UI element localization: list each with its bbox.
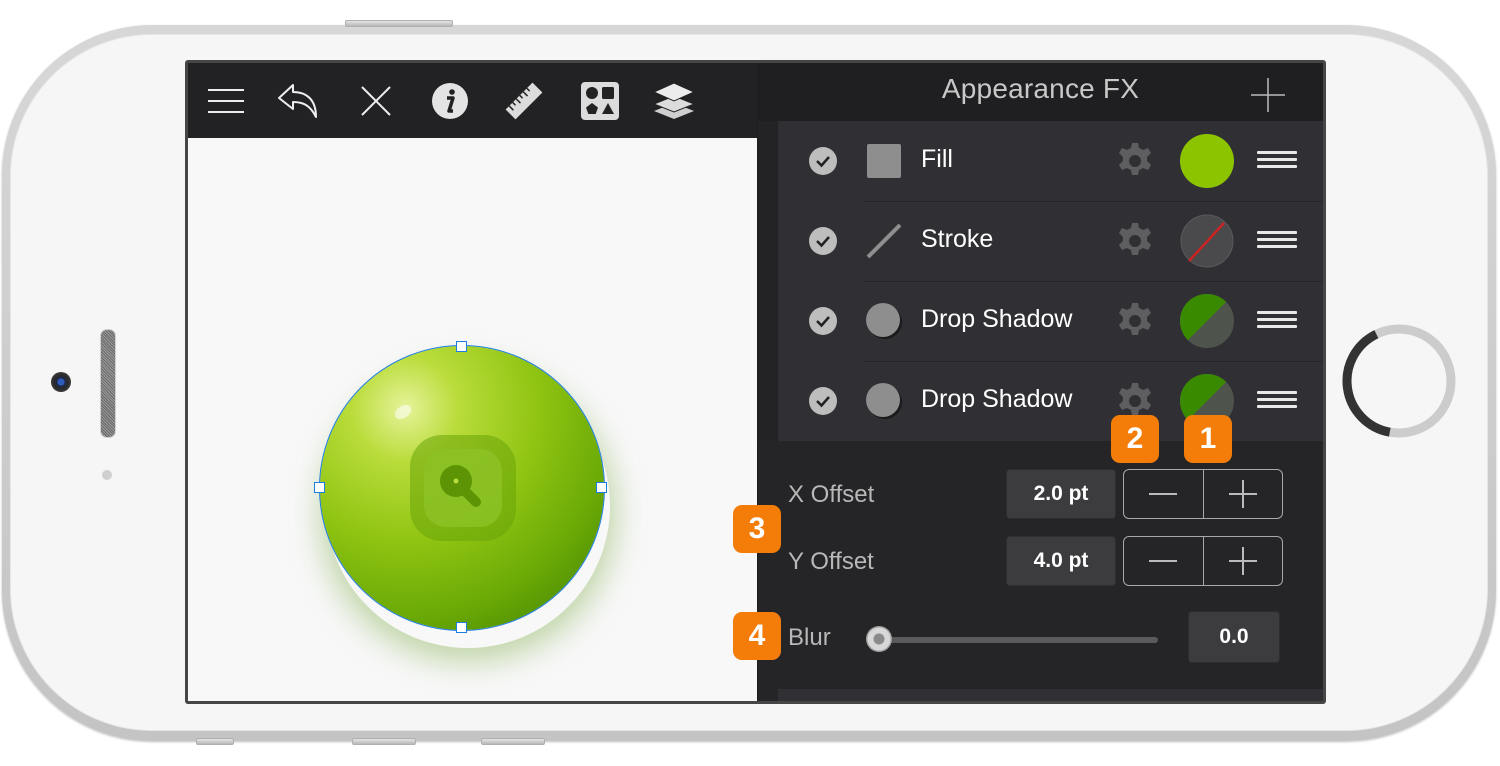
x-offset-increment-button[interactable] <box>1202 470 1283 518</box>
blur-field[interactable]: 0.0 <box>1188 611 1280 663</box>
x-offset-stepper <box>1123 469 1283 519</box>
shadow-color-swatch[interactable] <box>1179 293 1235 349</box>
callout-badge-2: 2 <box>1111 415 1159 463</box>
fill-color-swatch[interactable] <box>1179 133 1235 189</box>
add-effect-button[interactable] <box>1248 75 1288 115</box>
x-offset-decrement-button[interactable] <box>1124 470 1203 518</box>
y-offset-label: Y Offset <box>788 548 874 575</box>
shadow-circle-icon <box>866 303 902 339</box>
close-button[interactable] <box>354 79 398 123</box>
undo-button[interactable] <box>276 79 320 123</box>
stroke-line-icon <box>866 223 902 259</box>
volume-button <box>345 20 453 27</box>
drawing-canvas[interactable] <box>188 138 757 701</box>
gear-icon[interactable] <box>1115 141 1155 181</box>
fill-square-icon <box>867 144 901 178</box>
volume-up-button <box>352 738 416 745</box>
plus-icon <box>1228 547 1257 575</box>
selection-handle-right[interactable] <box>596 482 607 493</box>
info-button[interactable] <box>428 79 472 123</box>
plus-icon <box>1251 78 1285 112</box>
row-divider <box>864 361 1323 362</box>
gear-icon[interactable] <box>1115 301 1155 341</box>
x-offset-field[interactable]: 2.0 pt <box>1006 469 1116 519</box>
reorder-handle-icon[interactable] <box>1257 391 1297 411</box>
home-button[interactable] <box>1340 322 1458 440</box>
reorder-handle-icon[interactable] <box>1257 311 1297 331</box>
effect-row-stroke[interactable]: Stroke <box>778 201 1323 281</box>
editor-pane <box>188 63 757 701</box>
panel-title: Appearance FX <box>941 73 1140 104</box>
close-icon <box>361 86 391 116</box>
checkmark-icon[interactable] <box>808 146 838 176</box>
y-offset-stepper <box>1123 536 1283 586</box>
row-divider <box>864 281 1323 282</box>
shadow-circle-icon <box>866 383 902 419</box>
y-offset-decrement-button[interactable] <box>1124 537 1203 585</box>
effect-row-drop-shadow-1[interactable]: Drop Shadow <box>778 281 1323 361</box>
checkmark-icon[interactable] <box>808 386 838 416</box>
shapes-button[interactable] <box>578 79 622 123</box>
callout-badge-3: 3 <box>733 505 781 553</box>
appearance-panel: Appearance FX Fill Stroke Drop Shadow Dr… <box>758 63 1323 701</box>
swatch-fill <box>1180 134 1234 188</box>
effect-label: Stroke <box>921 225 994 253</box>
mute-switch <box>196 738 234 745</box>
menu-icon <box>208 89 244 113</box>
selected-object[interactable] <box>314 341 607 633</box>
checkmark-icon[interactable] <box>808 226 838 256</box>
effect-row-drop-shadow-2[interactable]: Drop Shadow <box>778 361 1323 441</box>
panel-footer <box>778 689 1323 701</box>
gear-icon[interactable] <box>1115 221 1155 261</box>
toolbar <box>188 63 757 138</box>
effect-row-fill[interactable]: Fill <box>778 121 1323 201</box>
layers-button[interactable] <box>652 79 696 123</box>
panel-header: Appearance FX <box>758 63 1323 121</box>
effect-label: Drop Shadow <box>921 385 1073 413</box>
reorder-handle-icon[interactable] <box>1257 151 1297 171</box>
selection-handle-bottom[interactable] <box>456 622 467 633</box>
x-offset-label: X Offset <box>788 481 875 508</box>
blur-label: Blur <box>788 624 831 651</box>
effect-label: Drop Shadow <box>921 305 1073 333</box>
ruler-icon <box>505 82 543 120</box>
ruler-button[interactable] <box>502 79 546 123</box>
selection-handle-left[interactable] <box>314 482 325 493</box>
minus-icon <box>1149 493 1178 495</box>
callout-badge-4: 4 <box>733 612 781 660</box>
blur-slider-knob[interactable] <box>866 626 892 652</box>
checkmark-icon[interactable] <box>808 306 838 336</box>
front-camera-icon <box>51 372 71 392</box>
selection-handle-top[interactable] <box>456 341 467 352</box>
selection-outline <box>319 345 605 631</box>
volume-down-button <box>481 738 545 745</box>
callout-badge-1: 1 <box>1184 415 1232 463</box>
y-offset-increment-button[interactable] <box>1202 537 1283 585</box>
menu-button[interactable] <box>204 79 248 123</box>
app-screen: Appearance FX Fill Stroke Drop Shadow Dr… <box>185 60 1326 704</box>
earpiece-speaker <box>100 329 116 438</box>
plus-icon <box>1228 480 1257 508</box>
effect-label: Fill <box>921 145 953 173</box>
y-offset-field[interactable]: 4.0 pt <box>1006 536 1116 586</box>
effects-list: Fill Stroke Drop Shadow Drop Shadow <box>778 121 1323 441</box>
undo-icon <box>278 84 317 118</box>
reorder-handle-icon[interactable] <box>1257 231 1297 251</box>
row-divider <box>864 201 1323 202</box>
blur-slider-track[interactable] <box>886 637 1158 643</box>
layers-icon <box>652 82 696 119</box>
shadow-properties: X Offset 2.0 pt Y Offset 4.0 pt Blur 0.0 <box>758 441 1323 701</box>
minus-icon <box>1149 560 1178 562</box>
proximity-sensor <box>102 470 112 480</box>
shapes-icon <box>581 82 619 120</box>
info-icon <box>432 83 468 119</box>
stroke-color-swatch[interactable] <box>1179 213 1235 269</box>
